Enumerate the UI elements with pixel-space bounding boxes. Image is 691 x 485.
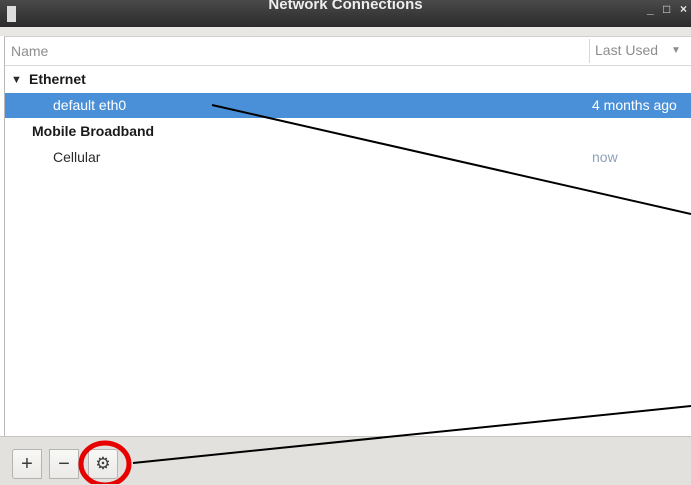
connection-name: Cellular [53, 149, 101, 165]
window-border [0, 27, 691, 36]
group-row-ethernet[interactable]: ▼ Ethernet [5, 67, 691, 92]
add-connection-button[interactable]: + [12, 449, 42, 479]
connection-last-used: 4 months ago [592, 97, 677, 113]
close-button[interactable]: × [680, 2, 687, 16]
maximize-button[interactable]: □ [663, 2, 670, 16]
expander-arrow-icon[interactable]: ▼ [11, 74, 22, 86]
column-separator [589, 39, 590, 63]
connection-row-cellular[interactable]: Cellular now [5, 145, 691, 170]
minimize-button[interactable]: _ [647, 2, 654, 16]
gear-icon: ⚙ [95, 454, 111, 473]
connection-settings-button[interactable]: ⚙ [88, 449, 118, 479]
group-label: Ethernet [29, 71, 86, 87]
sort-descending-icon[interactable]: ▼ [671, 45, 681, 56]
title-bar: Network Connections _ □ × [0, 0, 691, 27]
connection-row-default-eth0[interactable]: default eth0 4 months ago [5, 93, 691, 118]
group-label: Mobile Broadband [32, 123, 155, 139]
connection-name: default eth0 [53, 97, 127, 113]
connection-last-used: now [592, 149, 618, 165]
column-header-last-used[interactable]: Last Used [595, 42, 658, 58]
column-header-name[interactable]: Name [11, 43, 48, 59]
remove-connection-button[interactable]: − [49, 449, 79, 479]
group-row-mobile-broadband[interactable]: Mobile Broadband [5, 119, 691, 144]
bottom-toolbar: + − ⚙ [0, 436, 691, 485]
connections-list[interactable]: Name Last Used ▼ ▼ Ethernet default eth0… [4, 36, 691, 437]
window-title: Network Connections [268, 0, 423, 13]
list-header: Name Last Used ▼ [5, 37, 691, 66]
